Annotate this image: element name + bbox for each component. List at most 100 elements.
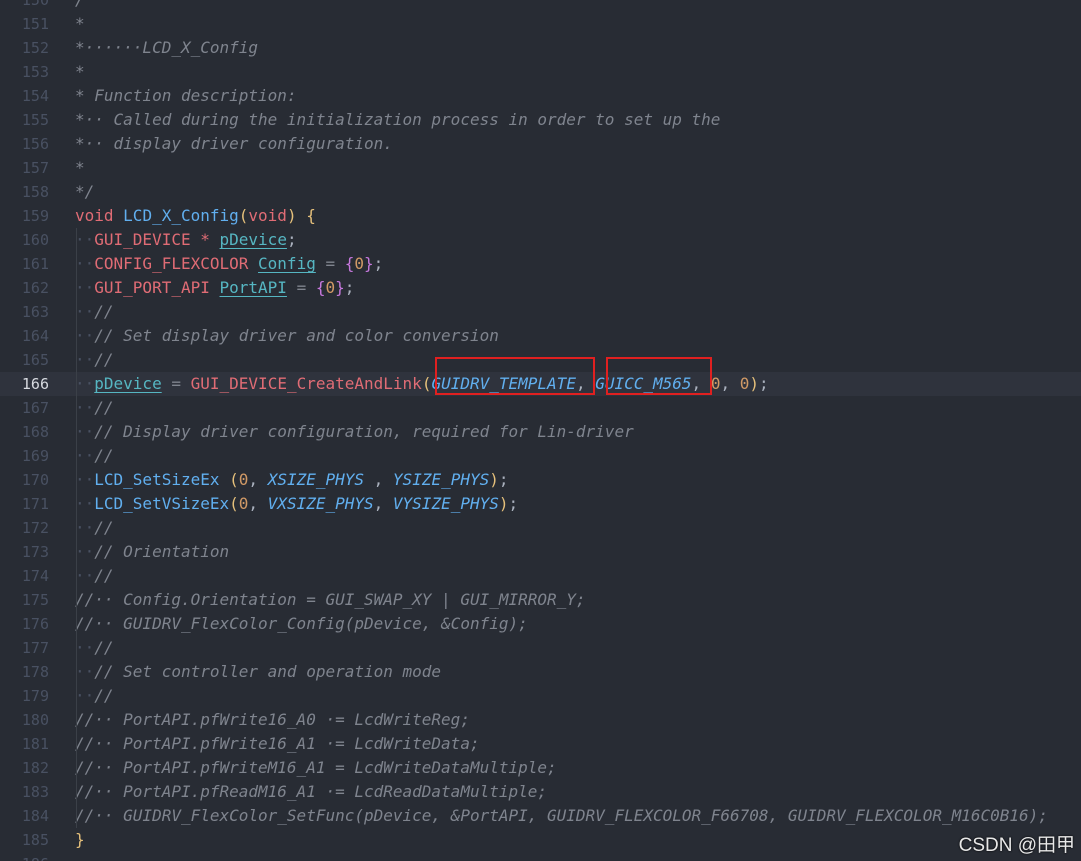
code-line[interactable]: 181 //·· PortAPI.pfWrite16_A1 ·= LcdWrite… — [0, 732, 1081, 756]
code-line[interactable]: 158 */ — [0, 180, 1081, 204]
code-line[interactable]: 186 — [0, 852, 1081, 861]
code-token: //·· PortAPI.pfWriteM16_A1 = LcdWriteDat… — [75, 758, 557, 777]
line-number: 160 — [21, 231, 49, 249]
code-token: // — [94, 398, 114, 417]
code-line[interactable]: 153 * — [0, 60, 1081, 84]
code-text: ··GUI_DEVICE * pDevice; — [75, 228, 297, 252]
line-number: 152 — [21, 39, 49, 57]
code-text: * — [75, 156, 85, 180]
code-token: PortAPI — [219, 278, 287, 297]
code-token: ·· — [75, 422, 95, 441]
code-line[interactable]: 152 *······LCD_X_Config — [0, 36, 1081, 60]
code-line[interactable]: 184 //·· GUIDRV_FlexColor_SetFunc(pDevice… — [0, 804, 1081, 828]
code-line[interactable]: 182 //·· PortAPI.pfWriteM16_A1 = LcdWrite… — [0, 756, 1081, 780]
code-text: ··// — [75, 444, 114, 468]
code-token: ·· — [75, 278, 95, 297]
code-text: *·· Called during the initialization pro… — [75, 108, 720, 132]
code-token: * — [200, 230, 210, 249]
code-line[interactable]: 156 *·· display driver configuration. — [0, 132, 1081, 156]
code-token: = — [296, 278, 307, 297]
line-number: 176 — [21, 615, 49, 633]
code-line[interactable]: 171 ··LCD_SetVSizeEx(0, VXSIZE_PHYS, VYSI… — [0, 492, 1081, 516]
code-token: ·· — [75, 518, 95, 537]
code-text: ··// Set display driver and color conver… — [75, 324, 499, 348]
line-number: 154 — [21, 87, 49, 105]
line-number: 163 — [21, 303, 49, 321]
line-number: 165 — [21, 351, 49, 369]
code-token: ( — [229, 470, 239, 489]
code-line[interactable]: 161 ··CONFIG_FLEXCOLOR Config = {0}; — [0, 252, 1081, 276]
code-token: *·· display driver configuration. — [75, 134, 393, 153]
code-token: XSIZE_PHYS — [267, 470, 365, 489]
line-number: 173 — [21, 543, 49, 561]
code-line[interactable]: 177 ··// — [0, 636, 1081, 660]
code-token: ) — [489, 470, 499, 489]
code-text: //·· PortAPI.pfReadM16_A1 ·= LcdReadData… — [75, 780, 547, 804]
code-token: ; — [344, 278, 355, 297]
code-line[interactable]: 168 ··// Display driver configuration, re… — [0, 420, 1081, 444]
line-number: 155 — [21, 111, 49, 129]
code-line[interactable]: 178 ··// Set controller and operation mod… — [0, 660, 1081, 684]
code-token: ·· — [75, 638, 95, 657]
code-token: { — [315, 278, 326, 297]
code-text: ··CONFIG_FLEXCOLOR Config = {0}; — [75, 252, 383, 276]
code-token: //·· GUIDRV_FlexColor_SetFunc(pDevice, &… — [75, 806, 1048, 825]
code-text: * Function description: — [75, 84, 297, 108]
line-number: 171 — [21, 495, 49, 513]
code-text: */ — [75, 180, 94, 204]
code-token: ·· — [75, 350, 95, 369]
code-line[interactable]: 176 //·· GUIDRV_FlexColor_Config(pDevice,… — [0, 612, 1081, 636]
code-line[interactable]: 154 * Function description: — [0, 84, 1081, 108]
code-line[interactable]: 170 ··LCD_SetSizeEx (0, XSIZE_PHYS , YSIZ… — [0, 468, 1081, 492]
code-text: //·· GUIDRV_FlexColor_Config(pDevice, &C… — [75, 612, 528, 636]
code-line[interactable]: 172 ··// — [0, 516, 1081, 540]
code-text: ··LCD_SetSizeEx (0, XSIZE_PHYS , YSIZE_P… — [75, 468, 509, 492]
line-number: 170 — [21, 471, 49, 489]
code-text: //·· GUIDRV_FlexColor_SetFunc(pDevice, &… — [75, 804, 1048, 828]
code-token: ·· — [75, 326, 95, 345]
code-editor[interactable]: 150/151*152*······LCD_X_Config153*154* F… — [0, 0, 1081, 861]
code-token: * — [75, 14, 85, 33]
code-token: ; — [373, 254, 384, 273]
code-line[interactable]: 180 //·· PortAPI.pfWrite16_A0 ·= LcdWrite… — [0, 708, 1081, 732]
code-line[interactable]: 159 void LCD_X_Config(void) { — [0, 204, 1081, 228]
code-line[interactable]: 179 ··// — [0, 684, 1081, 708]
code-line[interactable]: 157 * — [0, 156, 1081, 180]
code-text: * — [75, 60, 85, 84]
code-line[interactable]: 155 *·· Called during the initialization … — [0, 108, 1081, 132]
code-line[interactable]: 163 ··// — [0, 300, 1081, 324]
code-token: ( — [421, 374, 432, 393]
code-text: ··// — [75, 516, 114, 540]
code-line[interactable]: 175 //·· Config.Orientation = GUI_SWAP_XY… — [0, 588, 1081, 612]
code-text: ··LCD_SetVSizeEx(0, VXSIZE_PHYS, VYSIZE_… — [75, 492, 518, 516]
code-text: ··// Set controller and operation mode — [75, 660, 441, 684]
code-token: // — [94, 518, 114, 537]
code-token: } — [335, 278, 345, 297]
code-token: void — [75, 206, 124, 225]
line-number: 181 — [21, 735, 49, 753]
code-token: 0 — [710, 374, 721, 393]
code-line[interactable]: 151 * — [0, 12, 1081, 36]
code-line[interactable]: 174 ··// — [0, 564, 1081, 588]
code-line[interactable]: 162 ··GUI_PORT_API PortAPI = {0}; — [0, 276, 1081, 300]
line-number: 166 — [21, 375, 49, 393]
code-line[interactable]: 164 ··// Set display driver and color con… — [0, 324, 1081, 348]
code-line[interactable]: 185} — [0, 828, 1081, 852]
code-token: //·· Config.Orientation = GUI_SWAP_XY | … — [75, 590, 586, 609]
code-token: // Set controller and operation mode — [94, 662, 442, 681]
line-number: 185 — [21, 831, 49, 849]
code-text: ··// Orientation — [75, 540, 229, 564]
line-number: 151 — [21, 15, 49, 33]
line-number: 167 — [21, 399, 49, 417]
code-line[interactable]: 169 ··// — [0, 444, 1081, 468]
code-line[interactable]: 167 ··// — [0, 396, 1081, 420]
code-line[interactable]: 173 ··// Orientation — [0, 540, 1081, 564]
code-line[interactable]: 183 //·· PortAPI.pfReadM16_A1 ·= LcdReadD… — [0, 780, 1081, 804]
code-line[interactable]: 150 / — [0, 0, 1081, 12]
code-line[interactable]: 160 ··GUI_DEVICE * pDevice; — [0, 228, 1081, 252]
code-token: ; — [286, 230, 297, 249]
